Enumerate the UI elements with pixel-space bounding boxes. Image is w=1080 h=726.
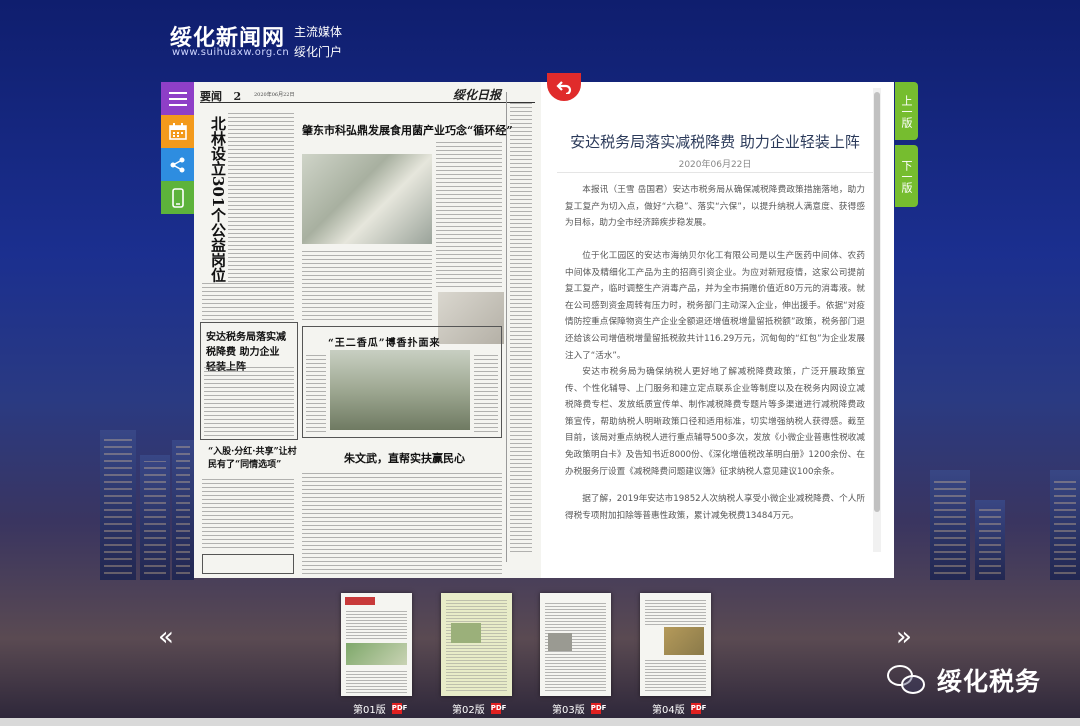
edition-label[interactable]: 第04版 PDF [652,701,706,716]
article-paragraph: 位于化工园区的安达市海纳贝尔化工有限公司是以生产医药中间体、农药中间体及精细化工… [565,251,865,361]
next-edition-label: 下一版 [900,159,913,193]
article-text-block [228,112,294,282]
headline-link[interactable]: 肇东市科弘鼎发展食用菌产业巧念“循环经” [302,122,513,138]
article-date: 2020年06月22日 [678,160,752,170]
article-box [202,554,294,574]
pdf-icon[interactable]: PDF [690,703,706,714]
bottom-strip [0,718,1080,726]
news-photo [330,350,470,430]
article-title: 安达税务局落实减税降费 助力企业轻装上阵 [570,133,860,151]
article-text-block [306,352,326,432]
background-building [1050,470,1080,580]
article-text-block [474,352,498,432]
article-paragraph: 安达市税务局为确保纳税人更好地了解减税降费政策，广泛开展政策宣传、个性化辅导、上… [565,367,865,477]
wechat-icon [885,663,929,697]
news-photo [302,154,432,244]
thumbnails-next-arrow[interactable]: » [896,622,912,652]
thumbnails-prev-arrow[interactable]: « [158,622,174,652]
newspaper-page[interactable]: 要闻 2 2020年06月22日 绥化日报 北林设立301个公益岗位 肇东市科弘… [194,82,541,578]
wechat-watermark: 绥化税务 [885,662,1041,698]
headline-link[interactable]: 朱文武，直帮实扶赢民心 [344,450,465,466]
prev-edition-label: 上一版 [900,94,913,128]
headline-link[interactable]: “入股·分红·共享”让村民有了“同情选项” [208,446,298,472]
calendar-button[interactable] [161,115,194,148]
site-url: www.suihuaxw.org.cn [172,47,290,58]
site-tagline: 主流媒体 [294,25,343,39]
article-panel-footer [541,557,894,578]
article-paragraph: 本报讯（王雪 岳国君）安达市税务局从确保减税降费政策措施落地，助力复工复产为切入… [565,185,865,229]
pdf-icon[interactable]: PDF [590,703,606,714]
scrollbar-thumb[interactable] [874,92,880,512]
prev-edition-button[interactable]: 上一版 [895,82,918,140]
site-tagline: 绥化门户 [294,45,343,59]
divider [557,172,873,173]
calendar-icon [168,123,187,140]
next-edition-button[interactable]: 下一版 [895,145,918,207]
article-text-block [436,142,502,287]
pdf-icon[interactable]: PDF [490,703,506,714]
page-date: 2020年06月22日 [254,92,295,98]
watermark-text: 绥化税务 [937,667,1042,696]
return-icon [556,81,572,94]
edition-label[interactable]: 第01版 PDF [353,701,407,716]
pdf-icon[interactable]: PDF [391,703,407,714]
edition-label[interactable]: 第03版 PDF [552,701,606,716]
edition-thumbnail[interactable] [441,593,512,696]
menu-button[interactable] [161,82,194,115]
share-icon [170,157,184,172]
page-divider [200,102,535,103]
share-button[interactable] [161,148,194,181]
article-text-block [202,282,294,320]
menu-icon [168,91,187,106]
background-building [975,500,1005,580]
edition-label[interactable]: 第02版 PDF [452,701,506,716]
edition-thumbnail[interactable] [540,593,611,696]
mobile-icon [171,187,184,208]
article-text-block [202,478,294,548]
side-column [506,92,534,562]
background-building [930,470,970,580]
article-text-block [302,250,432,320]
edition-thumbnail[interactable] [341,593,412,696]
edition-thumbnail[interactable] [640,593,711,696]
article-text-block [302,470,502,574]
mobile-button[interactable] [161,181,194,214]
headline-link[interactable]: “王二香瓜”博香扑面来 [328,334,441,349]
background-building [100,430,136,580]
article-text-block [204,364,294,436]
masthead-logo: 绥化日报 [452,88,501,102]
background-building [172,440,194,580]
background-building [140,455,170,580]
article-paragraph: 据了解，2019年安达市19852人次纳税人享受小微企业减税降费、个人所得税专项… [565,494,865,521]
